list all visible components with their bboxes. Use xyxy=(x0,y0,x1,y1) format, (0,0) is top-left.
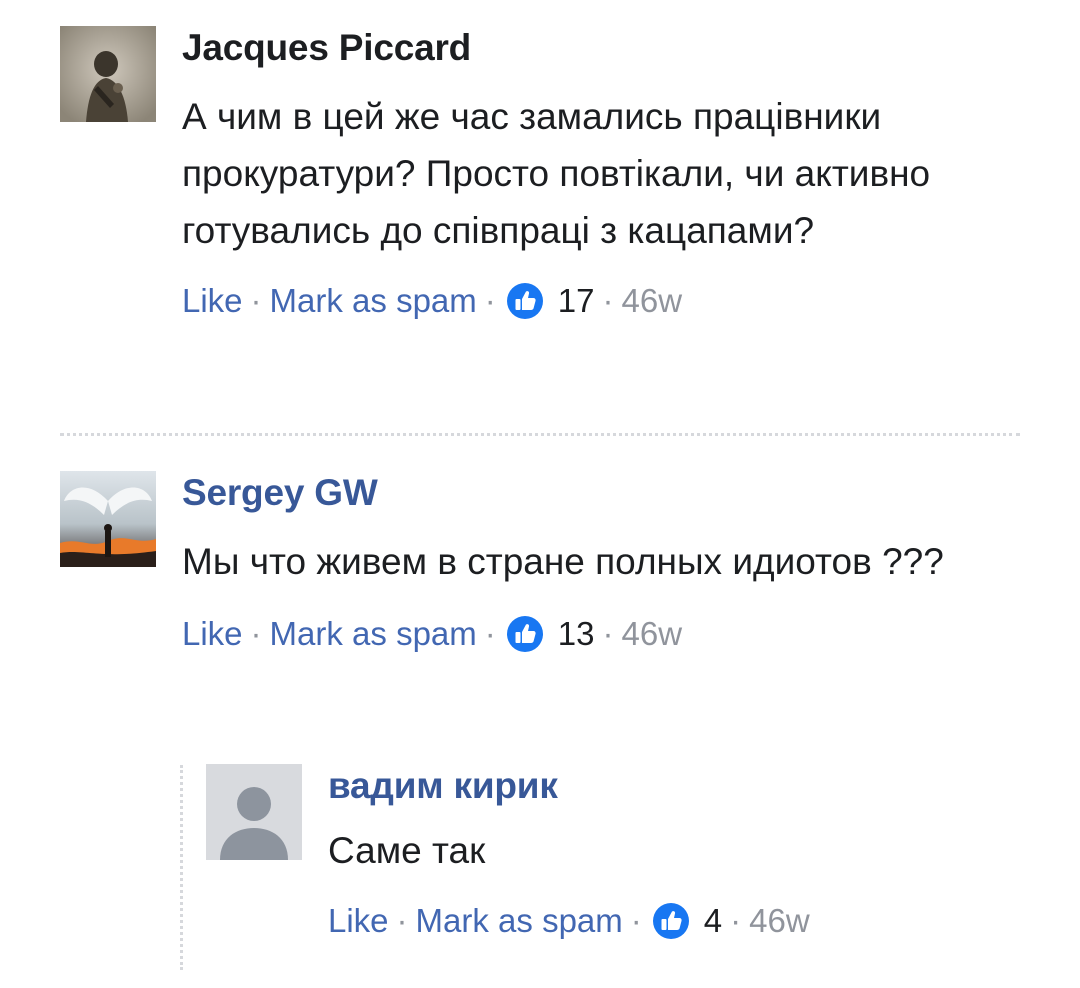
comment-text: Мы что живем в стране полных идиотов ??? xyxy=(182,541,944,582)
separator: · xyxy=(630,902,642,939)
person-silhouette-icon xyxy=(206,764,302,860)
like-link[interactable]: Like xyxy=(328,901,389,941)
comment-author[interactable]: вадим кирик xyxy=(328,764,1008,808)
like-link[interactable]: Like xyxy=(182,614,243,654)
avatar[interactable] xyxy=(206,764,302,860)
separator: · xyxy=(396,902,408,939)
user-photo-icon xyxy=(60,471,156,567)
mark-as-spam-link[interactable]: Mark as spam xyxy=(270,614,477,654)
timestamp[interactable]: 46w xyxy=(749,901,810,941)
separator: · xyxy=(602,282,614,319)
separator: · xyxy=(602,615,614,652)
reply-comment: вадим кирик Саме так Like · Mark as spam… xyxy=(206,764,1008,941)
thumbs-up-icon[interactable] xyxy=(506,282,544,320)
user-photo-icon xyxy=(60,26,156,122)
reaction-count[interactable]: 17 xyxy=(558,281,595,321)
like-link[interactable]: Like xyxy=(182,281,243,321)
reaction-count[interactable]: 13 xyxy=(558,614,595,654)
thumbs-up-icon[interactable] xyxy=(506,615,544,653)
avatar[interactable] xyxy=(60,471,156,567)
timestamp[interactable]: 46w xyxy=(621,614,682,654)
comment: Sergey GW Мы что живем в стране полных и… xyxy=(60,471,1012,654)
mark-as-spam-link[interactable]: Mark as spam xyxy=(270,281,477,321)
comment-author[interactable]: Jacques Piccard xyxy=(182,26,1012,70)
reply-thread-line xyxy=(180,765,183,970)
comment-text: А чим в цей же час замались працівники п… xyxy=(182,96,931,251)
separator: · xyxy=(250,615,262,652)
mark-as-spam-link[interactable]: Mark as spam xyxy=(416,901,623,941)
separator: · xyxy=(730,902,742,939)
comment-divider xyxy=(60,433,1020,436)
thumbs-up-icon[interactable] xyxy=(652,902,690,940)
comment-actions: Like · Mark as spam · 13 · 46w xyxy=(182,614,1012,654)
separator: · xyxy=(484,615,496,652)
separator: · xyxy=(250,282,262,319)
reaction-count[interactable]: 4 xyxy=(704,901,722,941)
timestamp[interactable]: 46w xyxy=(621,281,682,321)
comment-author[interactable]: Sergey GW xyxy=(182,471,1012,515)
comment-text: Саме так xyxy=(328,830,486,871)
comment-actions: Like · Mark as spam · 17 · 46w xyxy=(182,281,1012,321)
separator: · xyxy=(484,282,496,319)
comment-actions: Like · Mark as spam · 4 · 46w xyxy=(328,901,1008,941)
avatar[interactable] xyxy=(60,26,156,122)
comment: Jacques Piccard А чим в цей же час замал… xyxy=(60,26,1012,321)
